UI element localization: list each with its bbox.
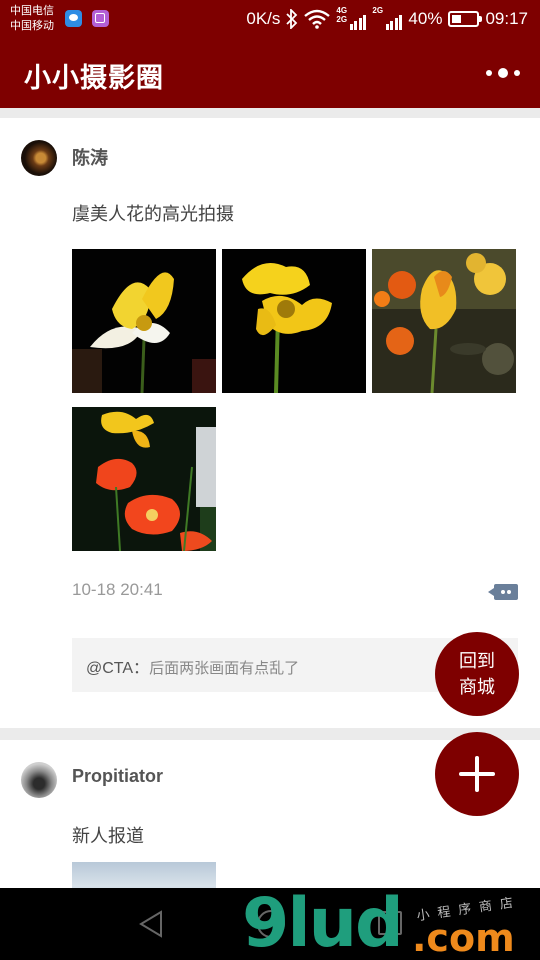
gallery-notification-icon	[92, 10, 109, 27]
wifi-icon	[304, 9, 331, 29]
username[interactable]: 陈涛	[72, 144, 108, 170]
back-triangle-icon[interactable]	[138, 910, 164, 938]
carrier-labels: 中国电信 中国移动	[10, 4, 54, 34]
carrier-1: 中国电信	[10, 5, 54, 17]
status-bar: 中国电信 中国移动 0K/s 4G 2G 2G 40% 09:17	[0, 0, 540, 38]
post-photo[interactable]	[222, 249, 366, 393]
clock: 09:17	[485, 9, 528, 28]
battery-icon	[448, 11, 483, 27]
app-bar: 小小摄影圈	[0, 38, 540, 108]
post-photo[interactable]	[72, 407, 216, 551]
post-content: 虞美人花的高光拍摄	[72, 204, 234, 224]
network-type-1: 4G 2G	[336, 6, 348, 24]
back-to-shop-label-1: 回到	[459, 651, 495, 671]
bluetooth-icon	[286, 9, 298, 29]
username[interactable]: Propitiator	[72, 766, 163, 787]
post-photo[interactable]	[72, 862, 216, 888]
more-dots-icon[interactable]	[486, 62, 520, 84]
back-to-shop-label-2: 商城	[459, 677, 495, 697]
message-notification-icon	[65, 10, 82, 27]
post-content: 新人报道	[72, 826, 144, 846]
signal-icon: 4G 2G	[336, 6, 367, 30]
signal-icon-2: 2G	[372, 6, 403, 30]
post-photo[interactable]	[72, 249, 216, 393]
comment-text: 后面两张画面有点乱了	[149, 660, 300, 677]
comment-author[interactable]: @CTA：	[86, 660, 149, 677]
network-type-2: 2G	[372, 6, 384, 15]
post-photo[interactable]	[372, 249, 516, 393]
plus-icon[interactable]	[435, 732, 519, 816]
carrier-2: 中国移动	[10, 20, 54, 32]
net-speed: 0K/s	[246, 9, 281, 28]
watermark-logo: 9lud	[242, 884, 404, 960]
post-timestamp: 10-18 20:41	[72, 580, 163, 599]
avatar[interactable]	[21, 762, 57, 798]
comment-icon[interactable]	[488, 584, 518, 600]
battery-percent: 40%	[408, 9, 443, 28]
back-to-shop-button[interactable]: 回到 商城	[435, 632, 519, 716]
watermark-domain: .com	[412, 916, 515, 960]
page-title: 小小摄影圈	[24, 63, 164, 93]
avatar[interactable]	[21, 140, 57, 176]
watermark: 9lud 小程序商店 .com	[240, 890, 540, 960]
